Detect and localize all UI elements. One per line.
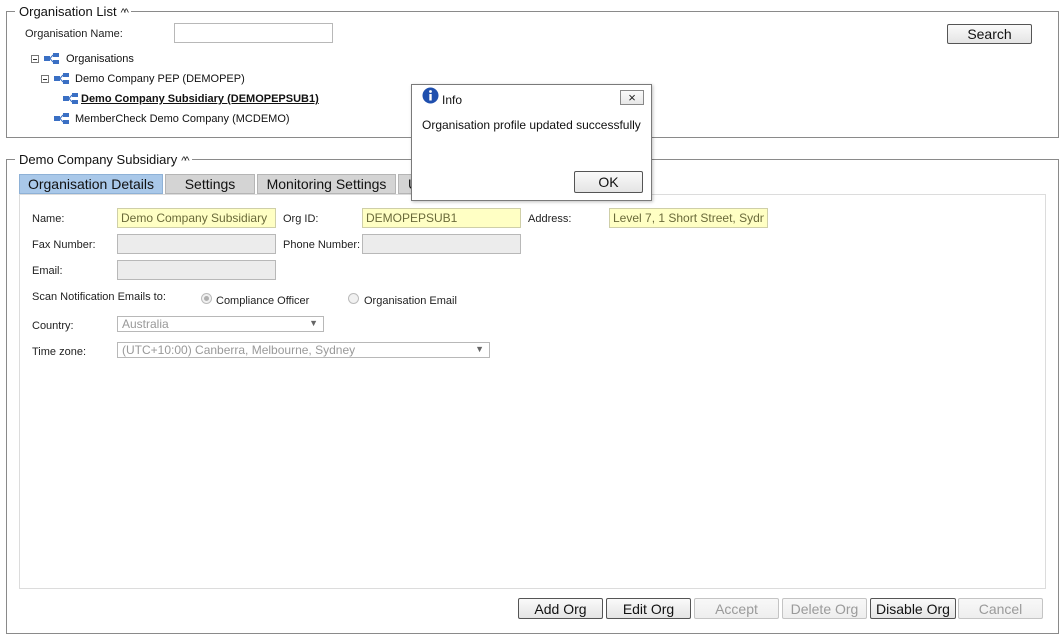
name-field[interactable] xyxy=(117,208,276,228)
time-zone-label: Time zone: xyxy=(32,346,87,358)
fax-number-label: Fax Number: xyxy=(32,239,96,251)
edit-org-button[interactable]: Edit Org xyxy=(606,598,691,619)
address-label: Address: xyxy=(528,213,572,225)
compliance-officer-radio[interactable] xyxy=(201,293,212,304)
fax-number-field[interactable] xyxy=(117,234,276,254)
info-icon xyxy=(422,87,439,104)
dialog-close-button[interactable]: × xyxy=(620,90,644,105)
email-field[interactable] xyxy=(117,260,276,280)
email-label: Email: xyxy=(32,265,63,277)
country-select[interactable]: Australia ▼ xyxy=(117,316,324,332)
time-zone-value: (UTC+10:00) Canberra, Melbourne, Sydney xyxy=(122,343,356,357)
dropdown-arrow-icon: ▼ xyxy=(475,344,484,354)
close-icon: × xyxy=(628,90,636,105)
organisation-email-label: Organisation Email xyxy=(364,295,457,307)
org-id-field[interactable] xyxy=(362,208,521,228)
tree-item-selected[interactable]: Demo Company Subsidiary (DEMOPEPSUB1) xyxy=(81,93,319,105)
collapse-chevron-icon[interactable]: ^^ xyxy=(121,7,129,19)
organisation-tree-icon xyxy=(54,113,69,124)
organisation-details-legend[interactable]: Demo Company Subsidiary ^^ xyxy=(15,152,192,167)
organisation-tree-icon xyxy=(54,73,69,84)
tab-settings[interactable]: Settings xyxy=(165,174,255,194)
disable-org-button[interactable]: Disable Org xyxy=(870,598,956,619)
tab-monitoring-settings[interactable]: Monitoring Settings xyxy=(257,174,396,194)
add-org-button[interactable]: Add Org xyxy=(518,598,603,619)
organisation-email-radio[interactable] xyxy=(348,293,359,304)
name-label: Name: xyxy=(32,213,65,225)
address-field[interactable] xyxy=(609,208,768,228)
organisation-tree-icon xyxy=(63,93,78,104)
tab-bar: Organisation Details Settings Monitoring… xyxy=(19,174,438,194)
scan-notification-label: Scan Notification Emails to: xyxy=(32,291,166,303)
organisation-name-input[interactable] xyxy=(174,23,333,43)
dialog-message: Organisation profile updated successfull… xyxy=(422,118,641,132)
dialog-ok-button[interactable]: OK xyxy=(574,171,643,193)
search-button[interactable]: Search xyxy=(947,24,1032,44)
country-label: Country: xyxy=(32,320,74,332)
delete-org-button[interactable]: Delete Org xyxy=(782,598,867,619)
cancel-button[interactable]: Cancel xyxy=(958,598,1043,619)
accept-button[interactable]: Accept xyxy=(694,598,779,619)
phone-number-field[interactable] xyxy=(362,234,521,254)
compliance-officer-label: Compliance Officer xyxy=(216,295,310,307)
organisation-name-label: Organisation Name: xyxy=(25,28,123,40)
dialog-title: Info xyxy=(442,93,463,107)
collapse-chevron-icon[interactable]: ^^ xyxy=(181,155,189,167)
tree-item[interactable]: MemberCheck Demo Company (MCDEMO) xyxy=(75,113,290,125)
tree-collapse-icon[interactable] xyxy=(41,75,49,83)
country-value: Australia xyxy=(122,317,169,331)
time-zone-select[interactable]: (UTC+10:00) Canberra, Melbourne, Sydney … xyxy=(117,342,490,358)
tab-organisation-details[interactable]: Organisation Details xyxy=(19,174,163,194)
org-id-label: Org ID: xyxy=(283,213,319,225)
info-dialog: Info × Organisation profile updated succ… xyxy=(411,84,652,201)
tree-root-label[interactable]: Organisations xyxy=(66,53,134,65)
organisation-tree-icon xyxy=(44,53,59,64)
phone-number-label: Phone Number: xyxy=(283,239,361,251)
organisation-list-title: Organisation List xyxy=(19,4,117,19)
tree-collapse-icon[interactable] xyxy=(31,55,39,63)
organisation-list-legend[interactable]: Organisation List ^^ xyxy=(15,4,131,19)
organisation-details-title: Demo Company Subsidiary xyxy=(19,152,178,167)
dropdown-arrow-icon: ▼ xyxy=(309,318,318,328)
tree-item[interactable]: Demo Company PEP (DEMOPEP) xyxy=(75,73,245,85)
